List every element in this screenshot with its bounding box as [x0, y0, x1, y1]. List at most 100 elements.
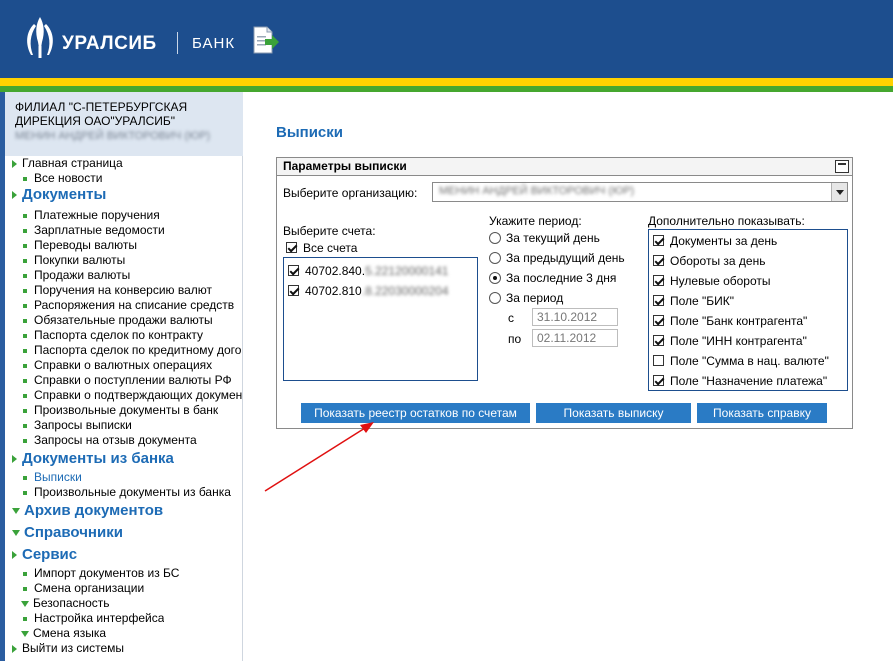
arrow-right-icon	[12, 191, 17, 200]
statement-params-panel: Параметры выписки Выберите организацию: …	[276, 157, 853, 429]
extra-option-national-currency-sum[interactable]: Поле "Сумма в нац. валюте"	[653, 354, 829, 368]
period-label: Укажите период:	[489, 214, 582, 228]
panel-title: Параметры выписки	[283, 159, 407, 173]
checkbox[interactable]	[653, 255, 664, 266]
sidebar-item-arbitrary-docs[interactable]: Произвольные документы в банк	[23, 403, 218, 417]
checkbox[interactable]	[653, 375, 664, 386]
sidebar-section-directories[interactable]: Справочники	[12, 524, 123, 541]
sidebar-item-payment-orders[interactable]: Платежные поручения	[23, 208, 160, 222]
bullet-icon	[23, 348, 27, 353]
checkbox[interactable]	[653, 335, 664, 346]
checkbox[interactable]	[653, 275, 664, 286]
sidebar-item-import-docs[interactable]: Импорт документов из БС	[23, 566, 179, 580]
extra-option-counterparty-inn[interactable]: Поле "ИНН контрагента"	[653, 334, 807, 348]
logo-text: УРАЛСИБ	[62, 33, 157, 54]
branch-info: ФИЛИАЛ "С-ПЕТЕРБУРГСКАЯ ДИРЕКЦИЯ ОАО"УРА…	[5, 92, 243, 156]
all-accounts-checkbox[interactable]	[286, 242, 297, 253]
sidebar-item-fx-transfers[interactable]: Переводы валюты	[23, 238, 137, 252]
sidebar-item-debit-orders[interactable]: Распоряжения на списание средств	[23, 298, 234, 312]
extra-option-docs-per-day[interactable]: Документы за день	[653, 234, 777, 248]
bullet-icon	[23, 288, 27, 293]
account-checkbox[interactable]	[288, 265, 299, 276]
radio-button[interactable]	[489, 292, 501, 304]
show-statement-button[interactable]: Показать выписку	[536, 403, 691, 423]
sidebar-item-security[interactable]: Безопасность	[21, 596, 110, 610]
all-accounts-checkbox-row[interactable]: Все счета	[286, 241, 357, 255]
radio-button[interactable]	[489, 232, 501, 244]
account-row[interactable]: 40702.810.8.22030000204	[288, 284, 449, 298]
sidebar-section-docs-from-bank[interactable]: Документы из банка	[12, 450, 174, 467]
bullet-icon	[23, 490, 27, 495]
bullet-icon	[23, 303, 27, 308]
sidebar-item-arbitrary-docs-from-bank[interactable]: Произвольные документы из банка	[23, 485, 231, 499]
bullet-icon	[23, 228, 27, 233]
extra-option-zero-turnover[interactable]: Нулевые обороты	[653, 274, 771, 288]
accounts-list: 40702.840.5.22120000141 40702.810.8.2203…	[283, 257, 478, 381]
sidebar-item-mandatory-sales[interactable]: Обязательные продажи валюты	[23, 313, 213, 327]
sidebar-item-change-language[interactable]: Смена языка	[21, 626, 106, 640]
sidebar-item-fx-purchases[interactable]: Покупки валюты	[23, 253, 125, 267]
branch-line-1: ФИЛИАЛ "С-ПЕТЕРБУРГСКАЯ	[15, 100, 188, 114]
sidebar-item-statements[interactable]: Выписки	[23, 470, 82, 484]
period-option-range[interactable]: За период	[489, 291, 563, 305]
sidebar-item-fx-receipt-certs[interactable]: Справки о поступлении валюты РФ	[23, 373, 232, 387]
period-option-today[interactable]: За текущий день	[489, 231, 600, 245]
bullet-icon	[23, 318, 27, 323]
app-header: УРАЛСИБ БАНК	[0, 0, 893, 78]
arrow-right-icon	[12, 455, 17, 464]
show-certificate-button[interactable]: Показать справку	[697, 403, 827, 423]
exit-document-icon[interactable]	[252, 25, 280, 55]
sidebar-item-recall-requests[interactable]: Запросы на отзыв документа	[23, 433, 197, 447]
radio-button[interactable]	[489, 252, 501, 264]
sidebar-item-fx-sales[interactable]: Продажи валюты	[23, 268, 130, 282]
checkbox[interactable]	[653, 235, 664, 246]
date-from-label: с	[508, 311, 514, 325]
sidebar-item-deal-passports-contract[interactable]: Паспорта сделок по контракту	[23, 328, 203, 342]
extra-options-label: Дополнительно показывать:	[648, 214, 805, 228]
sidebar-item-all-news[interactable]: Все новости	[23, 171, 102, 185]
bullet-icon	[23, 176, 27, 181]
extra-option-payment-purpose[interactable]: Поле "Назначение платежа"	[653, 374, 827, 388]
checkbox[interactable]	[653, 295, 664, 306]
sidebar-item-supporting-docs-certs[interactable]: Справки о подтверждающих докумен	[23, 388, 243, 402]
bullet-icon	[23, 423, 27, 428]
period-option-previous-day[interactable]: За предыдущий день	[489, 251, 625, 265]
sidebar-item-deal-passports-credit[interactable]: Паспорта сделок по кредитному дого	[23, 343, 243, 357]
arrow-right-icon	[12, 644, 17, 653]
sidebar-item-statement-requests[interactable]: Запросы выписки	[23, 418, 132, 432]
sidebar-item-fx-conversion[interactable]: Поручения на конверсию валют	[23, 283, 212, 297]
date-from-input[interactable]: 31.10.2012	[532, 308, 618, 326]
radio-button-selected[interactable]	[489, 272, 501, 284]
checkbox[interactable]	[653, 355, 664, 366]
collapse-icon[interactable]	[835, 160, 849, 173]
show-balances-button[interactable]: Показать реестр остатков по счетам	[301, 403, 530, 423]
header-stripe-yellow	[0, 78, 893, 86]
accounts-label: Выберите счета:	[283, 224, 376, 238]
sidebar-item-fx-operation-certs[interactable]: Справки о валютных операциях	[23, 358, 212, 372]
sidebar-section-documents[interactable]: Документы	[12, 186, 106, 203]
bullet-icon	[23, 616, 27, 621]
extra-option-counterparty-bank[interactable]: Поле "Банк контрагента"	[653, 314, 807, 328]
checkbox[interactable]	[653, 315, 664, 326]
extra-option-bik[interactable]: Поле "БИК"	[653, 294, 734, 308]
date-to-input[interactable]: 02.11.2012	[532, 329, 618, 347]
account-checkbox[interactable]	[288, 285, 299, 296]
extra-option-turnover-per-day[interactable]: Обороты за день	[653, 254, 765, 268]
sidebar-item-home[interactable]: Главная страница	[12, 156, 123, 170]
arrow-down-icon	[12, 508, 20, 515]
sidebar-section-service[interactable]: Сервис	[12, 546, 77, 563]
sidebar-section-doc-archive[interactable]: Архив документов	[12, 502, 163, 519]
arrow-down-icon	[21, 600, 29, 607]
sidebar-item-logout[interactable]: Выйти из системы	[12, 641, 124, 655]
branch-user: МЕНИН АНДРЕЙ ВИКТОРОВИЧ (ЮР)	[15, 130, 211, 142]
bullet-icon	[23, 213, 27, 218]
sidebar-item-change-org[interactable]: Смена организации	[23, 581, 144, 595]
sidebar-item-interface-settings[interactable]: Настройка интерфейса	[23, 611, 164, 625]
sidebar-item-salary-sheets[interactable]: Зарплатные ведомости	[23, 223, 165, 237]
dropdown-arrow-icon[interactable]	[831, 183, 847, 201]
period-option-last-3-days[interactable]: За последние 3 дня	[489, 271, 616, 285]
account-row[interactable]: 40702.840.5.22120000141	[288, 264, 448, 278]
org-label: Выберите организацию:	[283, 186, 418, 200]
bullet-icon	[23, 393, 27, 398]
organization-select[interactable]: МЕНИН АНДРЕЙ ВИКТОРОВИЧ (ЮР)	[432, 182, 848, 202]
